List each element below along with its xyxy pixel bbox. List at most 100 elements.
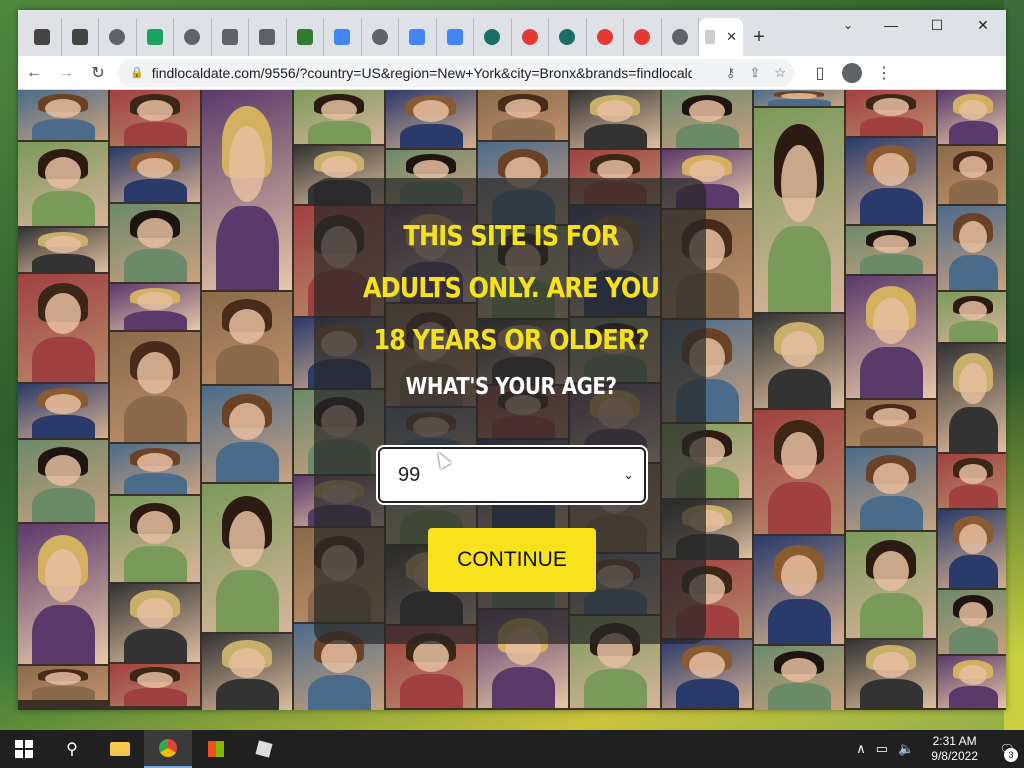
cube-icon (259, 29, 276, 45)
profile-photo (18, 524, 108, 664)
side-panel-icon[interactable]: ▯ (804, 59, 836, 87)
tab-0[interactable] (24, 18, 62, 56)
store-icon (208, 741, 224, 757)
profile-photo (938, 206, 1006, 290)
reload-button[interactable]: ↻ (82, 59, 114, 87)
search-button[interactable]: ⚲ (48, 730, 96, 768)
folder-icon (110, 742, 130, 756)
tab-14[interactable] (549, 18, 587, 56)
profile-photo (938, 292, 1006, 342)
tab-search-icon[interactable]: ⌄ (828, 10, 868, 40)
profile-photo (662, 640, 752, 708)
profile-photo (110, 148, 200, 202)
tab-11[interactable] (437, 18, 474, 56)
profile-photo (202, 386, 292, 482)
profile-photo (938, 454, 1006, 508)
google-icon (446, 29, 463, 45)
network-icon[interactable]: ▭ (876, 741, 888, 757)
chevron-down-icon: ⌄ (623, 467, 634, 482)
tab-active[interactable]: ✕ (699, 18, 743, 56)
tab-16[interactable] (624, 18, 662, 56)
age-select[interactable]: 99 ⌄ (376, 445, 648, 505)
profile-photo (202, 484, 292, 632)
profile-photo (938, 90, 1006, 144)
chrome-button[interactable] (144, 730, 192, 768)
profile-photo (846, 532, 936, 638)
profile-photo (110, 584, 200, 662)
notification-button[interactable]: 🗨 3 (990, 730, 1024, 768)
tab-10[interactable] (399, 18, 437, 56)
file-explorer-button[interactable] (96, 730, 144, 768)
tab-7[interactable] (287, 18, 324, 56)
profile-photo (846, 90, 936, 136)
notification-badge: 3 (1004, 748, 1018, 762)
google-icon (334, 29, 351, 45)
profile-photo (846, 226, 936, 274)
close-window-button[interactable]: ✕ (960, 10, 1006, 40)
tab-5[interactable] (212, 18, 249, 56)
page-content: THIS SITE IS FOR ADULTS ONLY. ARE YOU 18… (18, 90, 1006, 710)
modal-title: THIS SITE IS FOR ADULTS ONLY. ARE YOU 18… (362, 219, 660, 356)
profile-photo (110, 444, 200, 494)
roblox-button[interactable] (240, 730, 288, 768)
maximize-button[interactable]: ☐ (914, 10, 960, 40)
tab-8[interactable] (324, 18, 362, 56)
chevron-up-icon[interactable]: ∧ (856, 741, 866, 757)
profile-button[interactable] (836, 59, 868, 87)
key-icon[interactable]: ⚷ (726, 65, 736, 81)
profile-photo (110, 204, 200, 282)
continue-button[interactable]: CONTINUE (428, 528, 596, 592)
tab-13[interactable] (512, 18, 549, 56)
profile-photo (754, 410, 844, 534)
modal-subtitle: WHAT'S YOUR AGE? (405, 374, 617, 400)
profile-photo (938, 146, 1006, 204)
profile-photo (110, 496, 200, 582)
profile-photo (846, 276, 936, 398)
window-controls: ⌄ — ☐ ✕ (828, 10, 1006, 40)
profile-photo (202, 90, 292, 290)
share-icon[interactable]: ⇪ (749, 65, 760, 81)
profile-photo (938, 344, 1006, 452)
tab-15[interactable] (587, 18, 624, 56)
profile-photo (18, 666, 108, 700)
profile-photo (846, 400, 936, 446)
store-button[interactable] (192, 730, 240, 768)
close-tab-icon[interactable]: ✕ (726, 29, 737, 45)
taskbar: ⚲ ∧ ▭ 🔈 2:31 AM 9/8/2022 🗨 3 (0, 730, 1024, 768)
tab-6[interactable] (249, 18, 287, 56)
minimize-button[interactable]: — (868, 10, 914, 40)
menu-icon[interactable]: ⋮ (868, 59, 900, 87)
profile-photo (662, 90, 752, 148)
browser-window: ✕ + ⌄ — ☐ ✕ ← → ↻ 🔒 findlocaldate.com/95… (18, 10, 1006, 710)
desktop-edge (1004, 0, 1024, 730)
tab-strip (18, 18, 699, 56)
volume-icon[interactable]: 🔈 (898, 741, 914, 757)
tab-17[interactable] (662, 18, 699, 56)
search-icon: ⚲ (66, 741, 78, 758)
tab-12[interactable] (474, 18, 512, 56)
flame-icon (521, 29, 538, 45)
globe-icon (371, 29, 388, 45)
profile-photo (386, 90, 476, 148)
tab-3[interactable] (137, 18, 174, 56)
time: 2:31 AM (932, 734, 977, 748)
profile-photo (18, 274, 108, 382)
profile-photo (754, 536, 844, 644)
address-bar[interactable]: 🔒 findlocaldate.com/9556/?country=US&reg… (118, 58, 794, 87)
profile-photo (846, 448, 936, 530)
tab-1[interactable] (62, 18, 99, 56)
profile-photo (570, 90, 660, 148)
globe-icon (184, 29, 201, 45)
back-button[interactable]: ← (18, 59, 50, 87)
profile-photo (18, 440, 108, 522)
new-tab-button[interactable]: + (743, 18, 775, 56)
tab-4[interactable] (174, 18, 212, 56)
start-button[interactable] (0, 730, 48, 768)
tab-9[interactable] (362, 18, 399, 56)
tab-2[interactable] (99, 18, 137, 56)
profile-photo (110, 664, 200, 706)
flame-icon (596, 29, 613, 45)
bookmark-star-icon[interactable]: ☆ (774, 65, 786, 81)
clock[interactable]: 2:31 AM 9/8/2022 (931, 734, 978, 764)
forward-button[interactable]: → (50, 59, 82, 87)
